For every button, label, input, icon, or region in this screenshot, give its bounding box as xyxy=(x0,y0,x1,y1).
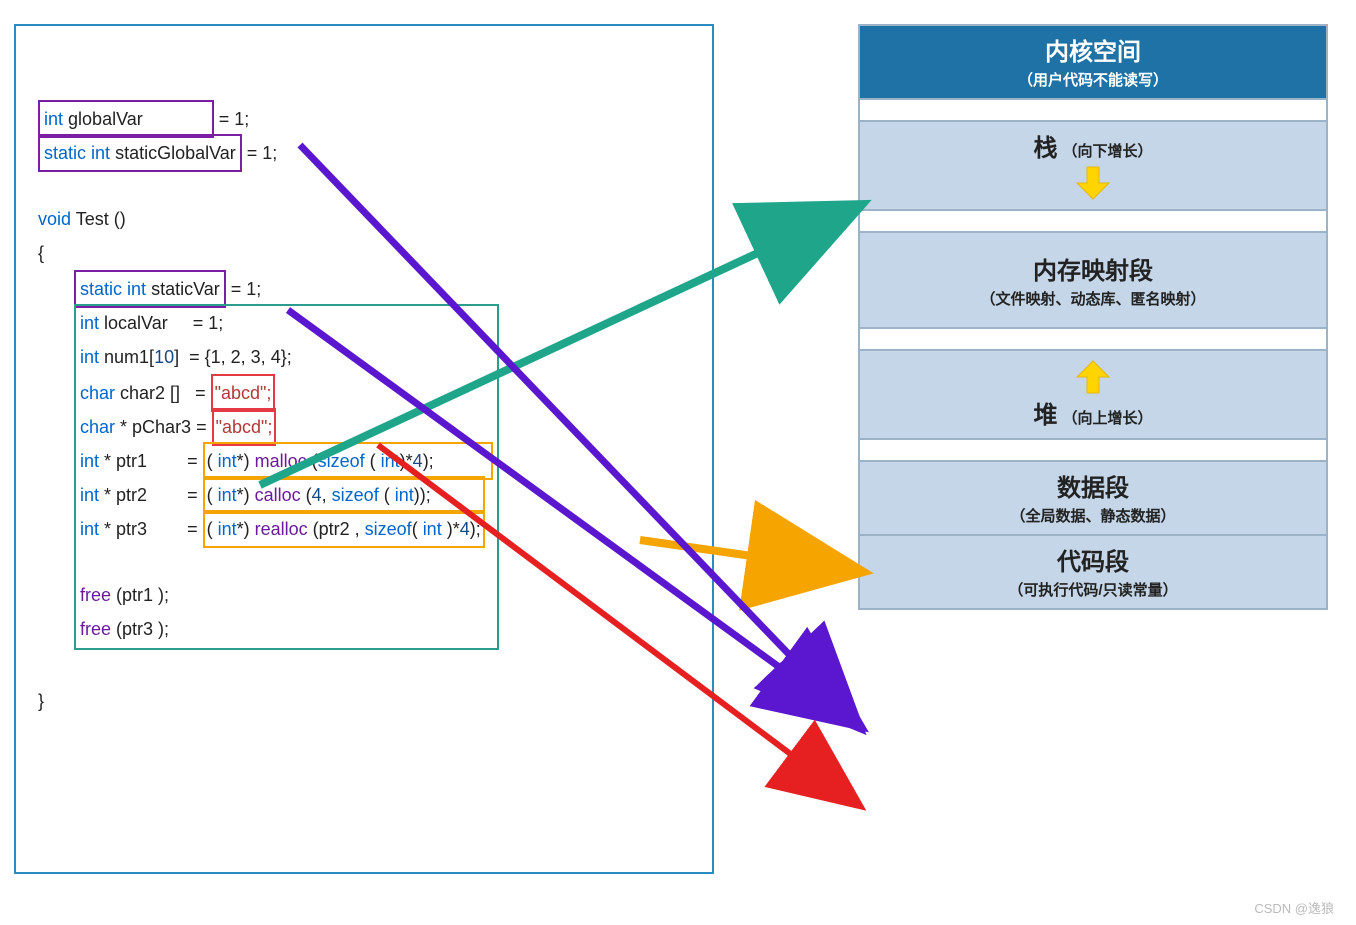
stack-vars-box: int localVar = 1; int num1[10] = {1, 2, … xyxy=(74,304,499,650)
mem-code: 代码段 （可执行代码/只读常量） xyxy=(858,536,1328,610)
mem-kernel-sub: （用户代码不能读写） xyxy=(864,69,1322,90)
global-var-box: int globalVar xyxy=(38,100,214,138)
string-literal-box: "abcd"; xyxy=(212,408,277,446)
mem-heap-title: 堆 xyxy=(1033,402,1057,429)
mem-data-sub: （全局数据、静态数据） xyxy=(864,505,1322,526)
mem-heap-note: （向上增长） xyxy=(1063,410,1153,427)
string-literal-box: "abcd"; xyxy=(211,374,276,412)
watermark: CSDN @逸狼 xyxy=(1254,898,1334,917)
code-line: } xyxy=(38,684,690,718)
mem-gap xyxy=(858,329,1328,351)
mem-stack-note: （向下增长） xyxy=(1063,143,1153,160)
mem-data-title: 数据段 xyxy=(864,468,1322,503)
code-line: static int staticGlobalVar = 1; xyxy=(38,134,690,168)
mem-stack: 栈 （向下增长） xyxy=(858,122,1328,211)
code-line: void Test () xyxy=(38,202,690,236)
code-line: static int staticVar = 1; xyxy=(74,270,690,304)
mem-heap: 堆 （向上增长） xyxy=(858,351,1328,440)
mem-mmap-title: 内存映射段 xyxy=(864,251,1322,286)
mem-kernel: 内核空间 （用户代码不能读写） xyxy=(858,24,1328,100)
mem-mmap-sub: （文件映射、动态库、匿名映射） xyxy=(864,288,1322,309)
mem-data: 数据段 （全局数据、静态数据） xyxy=(858,462,1328,536)
mem-gap xyxy=(858,440,1328,462)
heap-alloc-box: ( int*) malloc (sizeof ( int)*4); xyxy=(203,442,493,480)
mem-gap xyxy=(858,100,1328,122)
code-panel: int globalVar = 1; static int staticGlob… xyxy=(14,24,714,874)
mem-mmap: 内存映射段 （文件映射、动态库、匿名映射） xyxy=(858,233,1328,329)
arrow-up-icon xyxy=(1073,359,1113,395)
mem-code-sub: （可执行代码/只读常量） xyxy=(864,579,1322,600)
mem-code-title: 代码段 xyxy=(864,542,1322,577)
code-line: { xyxy=(38,236,690,270)
mem-gap xyxy=(858,211,1328,233)
heap-alloc-box: ( int*) calloc (4, sizeof ( int)); xyxy=(203,476,485,514)
code-line: int globalVar = 1; xyxy=(38,100,690,134)
memory-layout: 内核空间 （用户代码不能读写） 栈 （向下增长） 内存映射段 （文件映射、动态库… xyxy=(858,24,1328,610)
mem-stack-title: 栈 xyxy=(1033,135,1057,162)
mem-kernel-title: 内核空间 xyxy=(864,32,1322,67)
static-var-box: static int staticVar xyxy=(74,270,226,308)
heap-alloc-box: ( int*) realloc (ptr2 , sizeof( int )*4)… xyxy=(203,510,485,548)
static-global-box: static int staticGlobalVar xyxy=(38,134,242,172)
arrow-down-icon xyxy=(1073,165,1113,201)
